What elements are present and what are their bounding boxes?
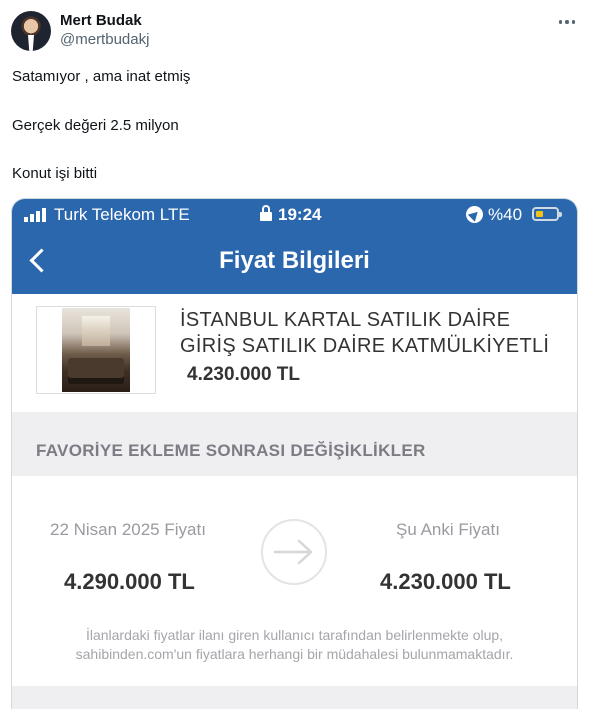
status-bar: Turk Telekom LTE 19:24 %40 [12,199,577,229]
tweet-text-line-1: Satamıyor , ama inat etmiş [12,68,191,85]
arrow-right-icon [261,519,327,585]
carrier-label: Turk Telekom LTE [54,205,190,224]
more-icon[interactable] [555,10,579,34]
section-header: FAVORİYE EKLEME SONRASI DEĞİŞİKLİKLER [12,412,577,476]
listing-title-line-2: GİRİŞ SATILIK DAİRE KATMÜLKİYETLİ [180,335,550,357]
price-disclaimer: İlanlardaki fiyatlar ilanı giren kullanı… [75,627,514,662]
clock: 19:24 [278,205,322,224]
section-title: FAVORİYE EKLEME SONRASI DEĞİŞİKLİKLER [36,441,426,460]
bottom-strip [12,686,577,709]
location-icon [466,206,483,223]
battery-percent: %40 [488,205,523,224]
old-price-label: 22 Nisan 2025 Fiyatı [50,520,206,539]
battery-icon [532,207,562,221]
tweet-header: Mert Budak @mertbudakj [0,0,594,60]
lock-icon [260,205,272,221]
avatar[interactable] [11,11,51,51]
listing-card[interactable]: İSTANBUL KARTAL SATILIK DAİRE GİRİŞ SATI… [12,294,577,412]
listing-thumbnail[interactable] [36,306,156,394]
attached-screenshot[interactable]: Turk Telekom LTE 19:24 %40 Fiyat Bilgile… [11,198,578,709]
listing-title-line-1: İSTANBUL KARTAL SATILIK DAİRE [180,309,511,331]
listing-title[interactable]: İSTANBUL KARTAL SATILIK DAİRE GİRİŞ SATI… [180,307,560,359]
tweet-text-line-3: Konut işi bitti [12,165,98,182]
room-photo [62,308,130,392]
old-price-value: 4.290.000 TL [64,569,195,594]
listing-price: 4.230.000 TL [187,364,301,385]
current-price-label: Şu Anki Fiyatı [396,520,500,539]
user-handle[interactable]: @mertbudakj [60,31,149,48]
price-comparison: 22 Nisan 2025 Fiyatı 4.290.000 TL Şu Ank… [12,476,577,686]
signal-icon [24,208,46,222]
page-title: Fiyat Bilgileri [219,247,370,274]
current-price-value: 4.230.000 TL [380,569,511,594]
display-name[interactable]: Mert Budak [60,12,142,29]
nav-bar: Fiyat Bilgileri [12,229,577,294]
tweet-text-line-2: Gerçek değeri 2.5 milyon [12,117,179,134]
